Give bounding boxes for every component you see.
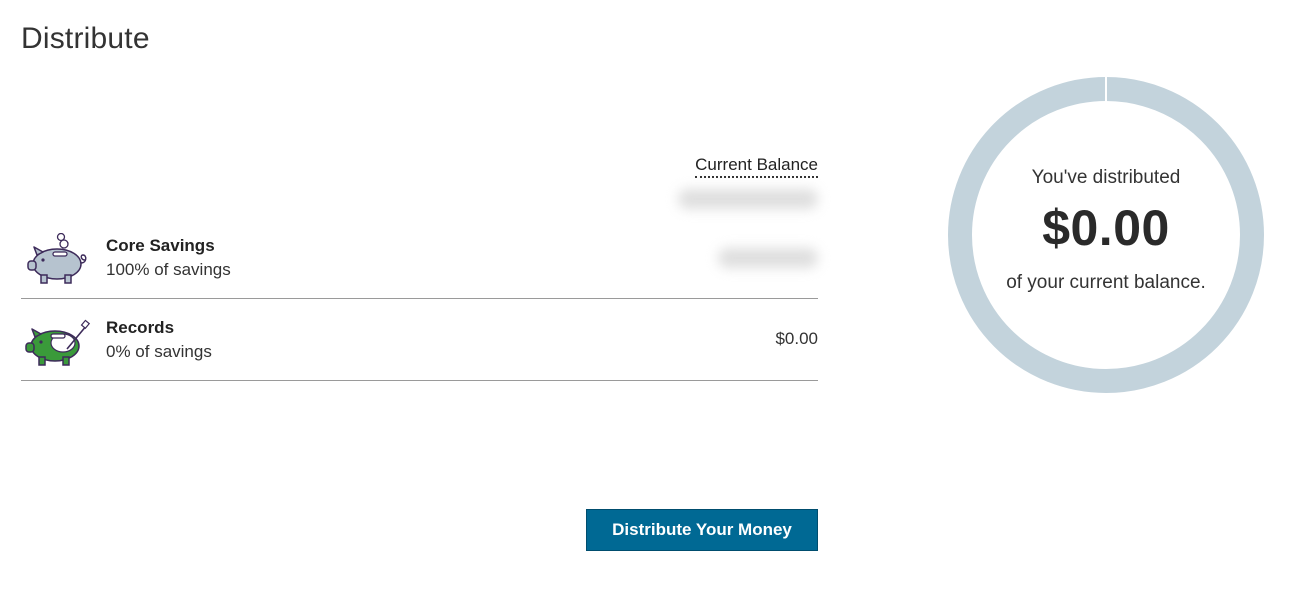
account-text: Records 0% of savings <box>106 317 212 365</box>
account-percent: 100% of savings <box>106 260 231 279</box>
account-name: Records <box>106 318 175 337</box>
account-amount-blurred <box>718 248 818 268</box>
account-name: Core Savings <box>106 236 215 255</box>
distributed-caption: You've distributed <box>1031 167 1181 188</box>
distributed-subcaption: of your current balance. <box>1006 272 1206 293</box>
account-amount: $0.00 <box>775 329 818 348</box>
donut-label: You've distributed $0.00 of your current… <box>948 77 1264 393</box>
account-list: Core Savings 100% of savings Records 0% <box>21 217 818 381</box>
distribute-page: Distribute Current Balance Core Savings … <box>0 0 1289 593</box>
piggy-bank-records-icon <box>25 319 91 366</box>
account-row-core-savings: Core Savings 100% of savings <box>21 217 818 299</box>
distribution-donut: You've distributed $0.00 of your current… <box>948 77 1264 393</box>
account-percent: 0% of savings <box>106 342 212 361</box>
distributed-amount: $0.00 <box>1042 200 1170 256</box>
page-title: Distribute <box>21 22 150 55</box>
total-balance-blurred <box>678 189 818 209</box>
piggy-bank-icon <box>27 233 87 284</box>
account-text: Core Savings 100% of savings <box>106 235 231 283</box>
account-row-records: Records 0% of savings $0.00 <box>21 299 818 381</box>
distribute-your-money-button[interactable]: Distribute Your Money <box>586 509 818 551</box>
current-balance-header[interactable]: Current Balance <box>695 155 818 178</box>
